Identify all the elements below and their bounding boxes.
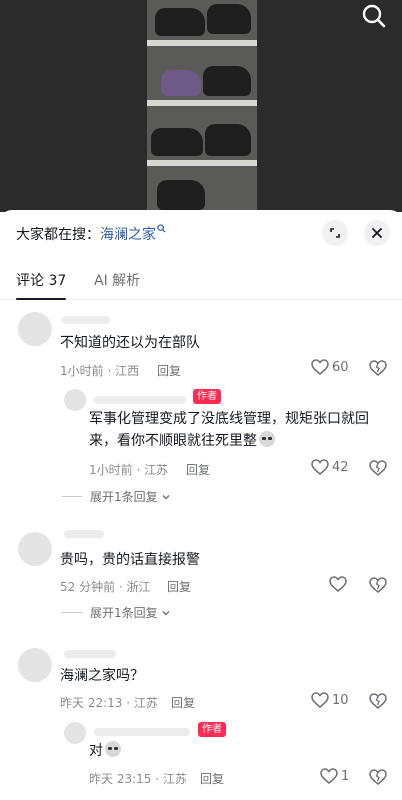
avatar[interactable] xyxy=(18,312,52,346)
video-player[interactable] xyxy=(0,0,402,212)
reply-button[interactable]: 回复 xyxy=(186,461,210,478)
expand-panel-icon[interactable] xyxy=(322,220,348,246)
heart-icon xyxy=(320,768,338,784)
like-count: 42 xyxy=(332,459,349,475)
like-button[interactable] xyxy=(329,576,347,592)
comment-text: 不知道的还以为在部队 xyxy=(60,335,200,351)
search-icon xyxy=(157,224,166,233)
like-count: 1 xyxy=(341,768,350,784)
comment-text: 海澜之家吗？ xyxy=(60,668,144,684)
chevron-down-icon xyxy=(162,494,170,499)
expand-replies-label: 展开1条回复 xyxy=(90,490,158,504)
reply-button[interactable]: 回复 xyxy=(200,770,224,787)
like-button[interactable]: 42 xyxy=(311,459,349,475)
expand-replies-button[interactable]: 展开1条回复 xyxy=(62,604,172,621)
avatar[interactable] xyxy=(18,532,52,566)
comment-text: 贵吗，贵的话直接报警 xyxy=(60,552,200,568)
heart-icon xyxy=(311,692,329,708)
comment-meta: 52 分钟前 · 浙江 xyxy=(60,580,151,594)
comment-panel: 大家都在搜：海澜之家 评论 37 AI 解析 不知道的还以为在部队 1小时前 ·… xyxy=(0,210,402,800)
username-placeholder[interactable] xyxy=(94,396,186,404)
like-button[interactable]: 1 xyxy=(320,768,349,784)
reply-button[interactable]: 回复 xyxy=(157,362,181,379)
username-placeholder[interactable] xyxy=(64,530,104,538)
comment-tabs: 评论 37 AI 解析 xyxy=(0,264,402,300)
emoji-icon xyxy=(259,431,275,447)
close-icon[interactable] xyxy=(364,220,390,246)
dislike-icon[interactable] xyxy=(369,769,387,789)
comment-meta: 昨天 22:13 · 江苏 xyxy=(60,696,158,710)
comment-text: 对 xyxy=(89,740,121,762)
username-placeholder[interactable] xyxy=(62,316,110,324)
username-placeholder[interactable] xyxy=(94,728,190,736)
heart-icon xyxy=(329,576,347,592)
like-count: 60 xyxy=(332,359,349,375)
tab-comments[interactable]: 评论 37 xyxy=(16,270,67,300)
dislike-icon[interactable] xyxy=(369,360,387,380)
author-badge: 作者 xyxy=(193,389,221,404)
search-icon[interactable] xyxy=(360,2,388,30)
comment-panel-header: 大家都在搜：海澜之家 xyxy=(0,210,402,254)
reply-button[interactable]: 回复 xyxy=(171,694,195,711)
like-count: 10 xyxy=(332,692,349,708)
like-button[interactable]: 10 xyxy=(311,692,349,708)
expand-replies-label: 展开1条回复 xyxy=(90,606,158,620)
video-frame xyxy=(147,0,257,212)
tab-ai-analysis[interactable]: AI 解析 xyxy=(94,270,140,290)
avatar[interactable] xyxy=(64,722,86,744)
heart-icon xyxy=(311,459,329,475)
expand-replies-button[interactable]: 展开1条回复 xyxy=(62,488,172,505)
reply-button[interactable]: 回复 xyxy=(167,578,191,595)
avatar[interactable] xyxy=(64,389,86,411)
search-suggestion-keyword[interactable]: 海澜之家 xyxy=(100,227,156,243)
emoji-icon xyxy=(105,741,121,757)
comment-text: 军事化管理变成了没底线管理，规矩张口就回来，看你不顺眼就往死里整 xyxy=(89,411,369,449)
search-suggestion[interactable]: 大家都在搜：海澜之家 xyxy=(16,224,166,244)
chevron-down-icon xyxy=(162,610,170,615)
heart-icon xyxy=(311,359,329,375)
search-suggestion-prefix: 大家都在搜： xyxy=(16,227,100,243)
username-placeholder[interactable] xyxy=(64,650,116,658)
like-button[interactable]: 60 xyxy=(311,359,349,375)
dislike-icon[interactable] xyxy=(369,693,387,713)
comment-meta: 1小时前 · 江苏 xyxy=(89,463,169,477)
dislike-icon[interactable] xyxy=(369,577,387,597)
comment-meta: 昨天 23:15 · 江苏 xyxy=(89,772,187,786)
dislike-icon[interactable] xyxy=(369,460,387,480)
comment-meta: 1小时前 · 江西 xyxy=(60,364,140,378)
author-badge: 作者 xyxy=(198,722,226,737)
avatar[interactable] xyxy=(18,648,52,682)
